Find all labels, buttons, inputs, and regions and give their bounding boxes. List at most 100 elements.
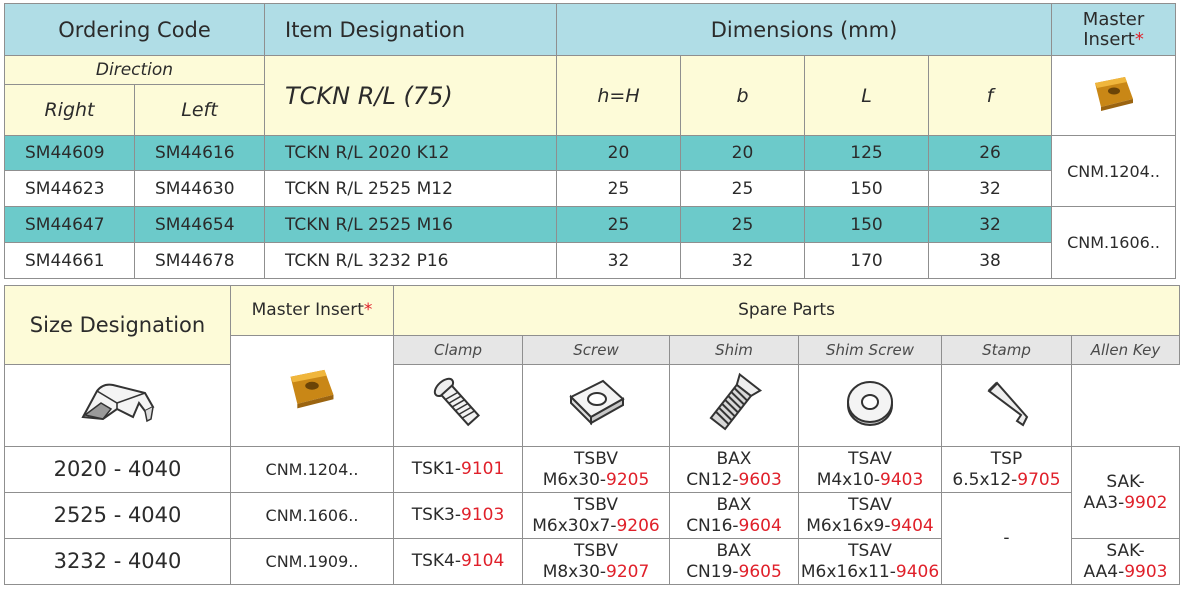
f-value: 32 bbox=[927, 206, 1053, 243]
item-family-label: TCKN R/L (75) bbox=[264, 55, 557, 136]
code-line1: TSP bbox=[990, 448, 1023, 469]
stamp-image-cell bbox=[798, 364, 942, 447]
code-prefix: 6.5x12- bbox=[952, 469, 1018, 490]
screw-header: Screw bbox=[522, 335, 670, 365]
code-prefix: CN19- bbox=[686, 561, 739, 582]
h-header: h=H bbox=[556, 55, 681, 136]
size-value: 2020 - 4040 bbox=[4, 446, 231, 493]
h-value: 25 bbox=[556, 170, 681, 207]
left-header: Left bbox=[134, 84, 265, 136]
code-line1: TSBV bbox=[574, 540, 618, 561]
b-value: 20 bbox=[680, 135, 805, 171]
insert-code: CNM.1204.. bbox=[1051, 135, 1177, 207]
left-code: SM44654 bbox=[134, 206, 265, 243]
shim-header: Shim bbox=[669, 335, 799, 365]
asterisk: * bbox=[363, 300, 373, 320]
table-row: SM44661 SM44678 TCKN R/L 3232 P16 32 32 … bbox=[4, 242, 1176, 279]
shim-code: BAX CN16-9604 bbox=[669, 492, 799, 539]
shim-code: BAX CN12-9603 bbox=[669, 446, 799, 493]
shim-screw-header: Shim Screw bbox=[798, 335, 942, 365]
dimensions-header: Dimensions (mm) bbox=[555, 3, 1053, 56]
allen-key-icon bbox=[986, 381, 1028, 426]
stamp-code: TSP 6.5x12-9705 bbox=[941, 446, 1072, 493]
b-value: 25 bbox=[680, 206, 805, 243]
insert-code: CNM.1606.. bbox=[230, 492, 394, 539]
insert-code: CNM.1909.. bbox=[230, 538, 394, 585]
code-suffix: 9104 bbox=[461, 551, 505, 571]
master-insert-label: Master Insert bbox=[251, 300, 364, 320]
right-code: SM44623 bbox=[4, 170, 135, 207]
code-prefix: TSK3- bbox=[411, 505, 461, 525]
allen-key-image-cell bbox=[941, 364, 1072, 447]
b-value: 32 bbox=[680, 242, 805, 279]
code-line1: TSAV bbox=[848, 494, 892, 515]
code-prefix: TSK4- bbox=[411, 551, 461, 571]
h-value: 25 bbox=[556, 206, 681, 243]
table-row: SM44647 SM44654 TCKN R/L 2525 M16 25 25 … bbox=[4, 206, 1177, 279]
code-suffix: 9603 bbox=[738, 469, 782, 490]
allen-key-code: SAK- AA4-9903 bbox=[1070, 538, 1181, 585]
code-prefix: M6x16x11- bbox=[800, 561, 896, 582]
code-suffix: 9605 bbox=[738, 561, 782, 582]
code-suffix: 9406 bbox=[895, 561, 940, 582]
size-designation-header: Size Designation bbox=[4, 285, 231, 365]
code-line1: BAX bbox=[716, 448, 752, 469]
clamp-icon bbox=[80, 383, 154, 422]
screw-image-cell bbox=[393, 364, 523, 447]
right-header: Right bbox=[4, 84, 135, 136]
b-header: b bbox=[680, 55, 805, 136]
clamp-code: TSK1-9101 bbox=[393, 446, 523, 493]
spare-parts-header: Spare Parts bbox=[392, 285, 1181, 336]
f-value: 26 bbox=[927, 135, 1053, 171]
code-suffix: 9207 bbox=[606, 561, 650, 582]
L-value: 150 bbox=[804, 206, 929, 243]
item-name: TCKN R/L 2525 M12 bbox=[264, 170, 557, 207]
insert-image-cell bbox=[230, 335, 394, 447]
master-insert-header: Master Insert* bbox=[1051, 3, 1177, 56]
clamp-header: Clamp bbox=[393, 335, 523, 365]
right-code: SM44609 bbox=[4, 135, 135, 171]
master-label: Master bbox=[1082, 8, 1145, 30]
stamp-icon bbox=[847, 380, 893, 426]
code-line1: TSAV bbox=[848, 540, 892, 561]
asterisk: * bbox=[1134, 28, 1144, 50]
item-name: TCKN R/L 3232 P16 bbox=[264, 242, 557, 279]
h-value: 20 bbox=[556, 135, 681, 171]
clamp-code: TSK4-9104 bbox=[393, 538, 523, 585]
insert-icon bbox=[290, 369, 334, 409]
f-value: 38 bbox=[927, 242, 1053, 279]
left-code: SM44678 bbox=[134, 242, 265, 279]
screw-code: TSBV M6x30-9205 bbox=[522, 446, 670, 493]
code-suffix: 9705 bbox=[1017, 469, 1061, 490]
table-row: 2525 - 4040 CNM.1606.. TSK3-9103 TSBV M6x… bbox=[4, 492, 1180, 585]
code-suffix: 9206 bbox=[616, 515, 660, 536]
left-code: SM44616 bbox=[134, 135, 265, 171]
L-value: 170 bbox=[804, 242, 929, 279]
code-prefix: M4x10- bbox=[816, 469, 881, 490]
code-line1: TSAV bbox=[848, 448, 892, 469]
shim-screw-code: TSAV M4x10-9403 bbox=[798, 446, 942, 493]
item-designation-header: Item Designation bbox=[264, 3, 557, 56]
clamp-image-cell bbox=[4, 364, 231, 447]
code-prefix: AA4- bbox=[1083, 561, 1125, 582]
shim-code: BAX CN19-9605 bbox=[669, 538, 799, 585]
stamp-header: Stamp bbox=[941, 335, 1072, 365]
shim-image-cell bbox=[522, 364, 670, 447]
code-suffix: 9903 bbox=[1124, 561, 1168, 582]
code-prefix: M6x30- bbox=[542, 469, 607, 490]
code-prefix: CN16- bbox=[686, 515, 739, 536]
table-row: SM44623 SM44630 TCKN R/L 2525 M12 25 25 … bbox=[4, 170, 1176, 207]
code-suffix: 9205 bbox=[606, 469, 650, 490]
code-suffix: 9403 bbox=[880, 469, 924, 490]
insert-image-cell bbox=[1051, 55, 1177, 136]
shim-screw-code: TSAV M6x16x11-9406 bbox=[798, 538, 942, 585]
h-value: 32 bbox=[556, 242, 681, 279]
right-code: SM44647 bbox=[4, 206, 135, 243]
clamp-code: TSK3-9103 bbox=[393, 492, 523, 539]
code-suffix: 9902 bbox=[1124, 492, 1168, 513]
master-insert-header: Master Insert* bbox=[230, 285, 394, 336]
item-name: TCKN R/L 2525 M16 bbox=[264, 206, 557, 243]
code-suffix: 9404 bbox=[890, 515, 934, 536]
code-line1: SAK- bbox=[1106, 471, 1145, 492]
insert-code: CNM.1606.. bbox=[1051, 206, 1177, 279]
